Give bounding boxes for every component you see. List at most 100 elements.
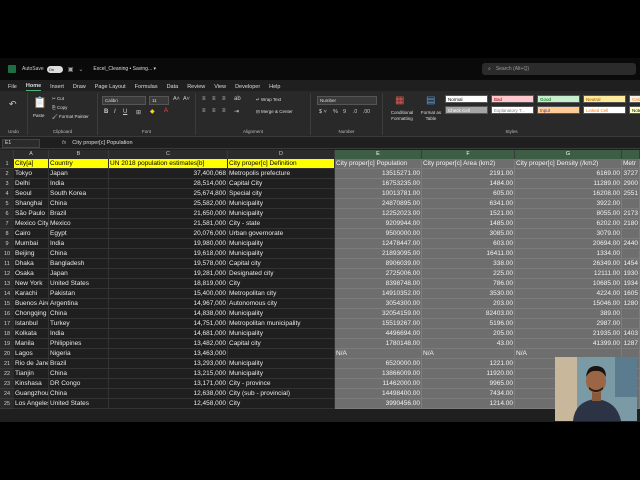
- row-number[interactable]: 16: [0, 309, 14, 319]
- tab-home[interactable]: Home: [25, 83, 42, 91]
- tab-view[interactable]: View: [214, 84, 226, 91]
- cell-style-check-cell[interactable]: Check Cell: [445, 106, 488, 114]
- document-title[interactable]: Excel_Cleaning • Saving... ▾: [93, 66, 156, 72]
- cell[interactable]: 5196.00: [422, 319, 515, 329]
- orientation-icon[interactable]: ab: [234, 96, 241, 102]
- quick-access-chevron-icon[interactable]: ⌄: [78, 66, 83, 73]
- cell[interactable]: 8906039.00: [335, 259, 422, 269]
- cell[interactable]: 14,838,000: [109, 309, 228, 319]
- copy-button[interactable]: ⎘ Copy: [52, 105, 67, 110]
- cell[interactable]: Metr: [622, 159, 640, 169]
- cell[interactable]: Brazil: [49, 359, 109, 369]
- cell[interactable]: Rio de Janeiro: [14, 359, 49, 369]
- cell[interactable]: 14,967,000: [109, 299, 228, 309]
- tab-page-layout[interactable]: Page Layout: [95, 84, 126, 91]
- cell[interactable]: 13,482,000: [109, 339, 228, 349]
- cell[interactable]: 8398748.00: [335, 279, 422, 289]
- cell[interactable]: 338.00: [422, 259, 515, 269]
- cell[interactable]: 3054300.00: [335, 299, 422, 309]
- borders-icon[interactable]: ⊞: [136, 109, 141, 116]
- row-number[interactable]: 19: [0, 339, 14, 349]
- cell[interactable]: 9500000.00: [335, 229, 422, 239]
- row-number[interactable]: 25: [0, 399, 14, 409]
- cell[interactable]: [622, 319, 640, 329]
- tab-formulas[interactable]: Formulas: [135, 84, 158, 91]
- row-number[interactable]: 23: [0, 379, 14, 389]
- align-top-icon[interactable]: ≡: [202, 96, 206, 102]
- undo-icon[interactable]: ↶: [9, 99, 17, 110]
- cell[interactable]: India: [49, 239, 109, 249]
- cell[interactable]: 2725006.00: [335, 269, 422, 279]
- row-number[interactable]: 22: [0, 369, 14, 379]
- row-number[interactable]: 14: [0, 289, 14, 299]
- cell-style-normal[interactable]: Normal: [445, 95, 488, 103]
- align-center-icon[interactable]: ≡: [212, 108, 216, 114]
- currency-icon[interactable]: $ ˅: [319, 109, 327, 115]
- cell[interactable]: Municipality: [228, 309, 335, 319]
- cell[interactable]: 9965.00: [422, 379, 515, 389]
- cell[interactable]: City: [228, 279, 335, 289]
- row-number[interactable]: 2: [0, 169, 14, 179]
- cell[interactable]: [622, 229, 640, 239]
- cell[interactable]: 1280: [622, 299, 640, 309]
- cell[interactable]: 603.00: [422, 239, 515, 249]
- cell[interactable]: [622, 309, 640, 319]
- cell[interactable]: 205.00: [422, 329, 515, 339]
- cell[interactable]: 1454: [622, 259, 640, 269]
- row-number[interactable]: 11: [0, 259, 14, 269]
- row-number[interactable]: 4: [0, 189, 14, 199]
- cell[interactable]: City: [228, 399, 335, 409]
- cell[interactable]: 11920.00: [422, 369, 515, 379]
- font-name-select[interactable]: Calibri: [102, 96, 146, 105]
- cell[interactable]: 19,618,000: [109, 249, 228, 259]
- row-number[interactable]: 21: [0, 359, 14, 369]
- cell[interactable]: South Korea: [49, 189, 109, 199]
- cell[interactable]: 11289.00: [515, 179, 622, 189]
- cell[interactable]: Japan: [49, 169, 109, 179]
- format-as-table-button[interactable]: Format as Table: [418, 110, 444, 122]
- align-middle-icon[interactable]: ≡: [212, 96, 216, 102]
- cell[interactable]: 1403: [622, 329, 640, 339]
- number-format-select[interactable]: Number: [317, 96, 377, 105]
- cell[interactable]: 25,674,800: [109, 189, 228, 199]
- cell[interactable]: Guangzhou: [14, 389, 49, 399]
- cell[interactable]: New York: [14, 279, 49, 289]
- cell[interactable]: Mumbai: [14, 239, 49, 249]
- conditional-formatting-button[interactable]: Conditional Formatting: [387, 110, 417, 122]
- percent-icon[interactable]: %: [333, 109, 338, 115]
- cell[interactable]: 28,514,000: [109, 179, 228, 189]
- cell[interactable]: Turkey: [49, 319, 109, 329]
- cell[interactable]: 21,581,000: [109, 219, 228, 229]
- cell-style-good[interactable]: Good: [537, 95, 580, 103]
- save-icon[interactable]: ▣: [68, 66, 74, 73]
- row-number[interactable]: 20: [0, 349, 14, 359]
- column-header[interactable]: B: [49, 150, 109, 159]
- cell[interactable]: 10013781.00: [335, 189, 422, 199]
- cell[interactable]: 1287: [622, 339, 640, 349]
- cell[interactable]: 7434.00: [422, 389, 515, 399]
- cell[interactable]: 1484.00: [422, 179, 515, 189]
- cell[interactable]: 3922.00: [515, 199, 622, 209]
- cell[interactable]: 12,458,000: [109, 399, 228, 409]
- cell[interactable]: [622, 249, 640, 259]
- formula-input[interactable]: City proper[c] Population: [72, 140, 132, 146]
- cell-style-calcula[interactable]: Calcula: [629, 95, 640, 103]
- cell[interactable]: 19,980,000: [109, 239, 228, 249]
- row-number[interactable]: 18: [0, 329, 14, 339]
- cell[interactable]: 11462000.00: [335, 379, 422, 389]
- tab-file[interactable]: File: [8, 84, 17, 91]
- indent-icon[interactable]: ⇥: [234, 108, 239, 115]
- font-size-select[interactable]: 11: [149, 96, 169, 105]
- tab-data[interactable]: Data: [167, 84, 179, 91]
- cell[interactable]: 1334.00: [515, 249, 622, 259]
- cell[interactable]: 14,681,000: [109, 329, 228, 339]
- cell[interactable]: 12478447.00: [335, 239, 422, 249]
- decrease-font-icon[interactable]: A˅: [183, 96, 190, 102]
- cell[interactable]: 6202.00: [515, 219, 622, 229]
- cell[interactable]: 4224.00: [515, 289, 622, 299]
- cell-style-neutral[interactable]: Neutral: [583, 95, 626, 103]
- align-right-icon[interactable]: ≡: [222, 108, 226, 114]
- cell[interactable]: 41399.00: [515, 339, 622, 349]
- cell[interactable]: 3079.00: [515, 229, 622, 239]
- cell[interactable]: United States: [49, 279, 109, 289]
